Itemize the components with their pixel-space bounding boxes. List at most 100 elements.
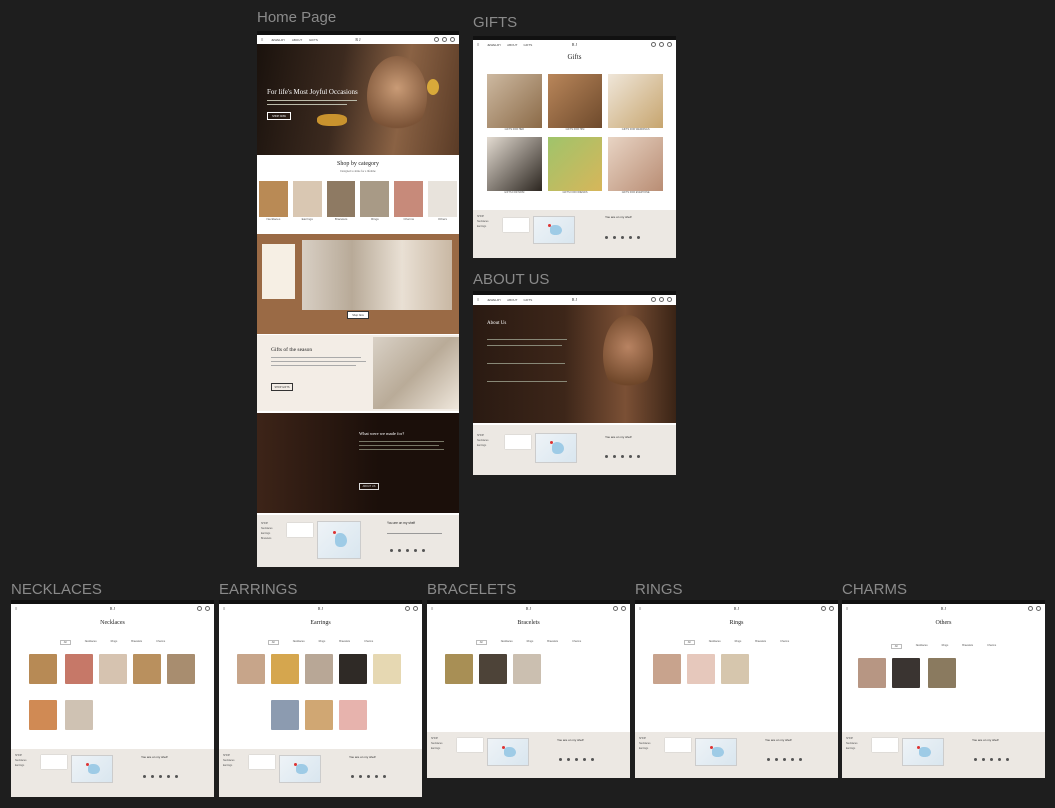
filter-tab[interactable]: Bracelets (962, 644, 973, 649)
twitter-icon[interactable] (613, 455, 616, 458)
nav-link[interactable]: JEWELRY (487, 298, 501, 302)
filter-tab[interactable]: All (890, 644, 902, 649)
youtube-icon[interactable] (375, 775, 378, 778)
logo[interactable]: R J (526, 606, 531, 611)
product-image[interactable] (445, 654, 473, 684)
pinterest-icon[interactable] (591, 758, 594, 761)
account-icon[interactable] (659, 297, 664, 302)
nav-link[interactable]: ABOUT (292, 38, 302, 42)
logo[interactable]: R J (572, 42, 577, 47)
facebook-icon[interactable] (367, 775, 370, 778)
twitter-icon[interactable] (567, 758, 570, 761)
pinterest-icon[interactable] (1006, 758, 1009, 761)
product-image[interactable] (653, 654, 681, 684)
search-icon[interactable] (651, 42, 656, 47)
filter-tab[interactable]: Charms (780, 640, 789, 645)
filter-tab[interactable]: Charms (987, 644, 996, 649)
footer-link[interactable]: Earrings (431, 746, 443, 751)
filter-tab[interactable]: Charms (364, 640, 373, 645)
gift-tile[interactable]: GIFTS FOR EVERYONE (608, 137, 663, 194)
youtube-icon[interactable] (629, 236, 632, 239)
menu-icon[interactable]: ≡ (639, 606, 643, 611)
gift-tile[interactable]: GIFTS FOR FRIENDS (547, 137, 603, 194)
filter-tab[interactable]: Charms (572, 640, 581, 645)
product-image[interactable] (892, 658, 920, 688)
filter-tab[interactable]: Bracelets (339, 640, 350, 645)
cart-icon[interactable] (450, 37, 455, 42)
twitter-icon[interactable] (151, 775, 154, 778)
search-icon[interactable] (434, 37, 439, 42)
menu-icon[interactable]: ≡ (15, 606, 19, 611)
store-map[interactable] (535, 433, 577, 463)
product-image[interactable] (479, 654, 507, 684)
nav-link[interactable]: JEWELRY (487, 43, 501, 47)
facebook-icon[interactable] (621, 236, 624, 239)
instagram-icon[interactable] (351, 775, 354, 778)
nav-link[interactable]: JEWELRY (271, 38, 285, 42)
instagram-icon[interactable] (143, 775, 146, 778)
instagram-icon[interactable] (605, 455, 608, 458)
instagram-icon[interactable] (767, 758, 770, 761)
category-tile[interactable]: Earrings (292, 181, 322, 227)
menu-icon[interactable]: ≡ (431, 606, 435, 611)
filter-tab[interactable]: All (59, 640, 71, 645)
filter-tab[interactable]: All (475, 640, 487, 645)
logo[interactable]: R J (941, 606, 946, 611)
product-image[interactable] (237, 654, 265, 684)
menu-icon[interactable]: ≡ (223, 606, 227, 611)
product-image[interactable] (65, 700, 93, 730)
account-icon[interactable] (442, 37, 447, 42)
facebook-icon[interactable] (621, 455, 624, 458)
menu-icon[interactable]: ≡ (846, 606, 850, 611)
pinterest-icon[interactable] (799, 758, 802, 761)
product-image[interactable] (339, 654, 367, 684)
twitter-icon[interactable] (613, 236, 616, 239)
story-cta[interactable]: ABOUT US (359, 483, 379, 490)
product-image[interactable] (271, 654, 299, 684)
nav-link[interactable]: GIFTS (523, 298, 532, 302)
instagram-icon[interactable] (605, 236, 608, 239)
facebook-icon[interactable] (159, 775, 162, 778)
category-tile[interactable]: Necklaces (259, 181, 288, 227)
product-image[interactable] (65, 654, 93, 684)
product-image[interactable] (305, 654, 333, 684)
youtube-icon[interactable] (998, 758, 1001, 761)
filter-tab[interactable]: Necklaces (916, 644, 928, 649)
store-map[interactable] (71, 755, 113, 783)
filter-tab[interactable]: Necklaces (709, 640, 721, 645)
filter-tab[interactable]: Bracelets (547, 640, 558, 645)
footer-link[interactable]: Earrings (477, 443, 489, 448)
product-image[interactable] (339, 700, 367, 730)
gifts-season-cta[interactable]: SHOP GIFTS (271, 383, 293, 391)
product-image[interactable] (858, 658, 886, 688)
filter-tab[interactable]: Necklaces (501, 640, 513, 645)
footer-link[interactable]: Earrings (846, 746, 858, 751)
filter-tab[interactable]: Charms (156, 640, 165, 645)
filter-tab[interactable]: Bracelets (131, 640, 142, 645)
hero-cta-button[interactable]: SHOP NOW (267, 112, 291, 120)
gift-tile[interactable]: GIFTS FOR HER (487, 74, 542, 131)
product-image[interactable] (721, 654, 749, 684)
filter-tab[interactable]: Rings (735, 640, 742, 645)
logo[interactable]: R J (110, 606, 115, 611)
search-icon[interactable] (405, 606, 410, 611)
twitter-icon[interactable] (398, 549, 401, 552)
footer-link[interactable]: Earrings (639, 746, 651, 751)
gift-tile[interactable]: GIFTS FOR HIM (547, 74, 603, 131)
cart-icon[interactable] (1036, 606, 1041, 611)
store-map[interactable] (533, 216, 575, 244)
logo[interactable]: R J (572, 297, 577, 302)
product-image[interactable] (271, 700, 299, 730)
pinterest-icon[interactable] (637, 236, 640, 239)
gift-tile[interactable]: GIFTS FOR MOM (487, 137, 542, 194)
category-tile[interactable]: Others (428, 181, 457, 227)
search-icon[interactable] (651, 297, 656, 302)
search-icon[interactable] (197, 606, 202, 611)
youtube-icon[interactable] (583, 758, 586, 761)
category-tile[interactable]: Rings (360, 181, 390, 227)
account-icon[interactable] (659, 42, 664, 47)
filter-tab[interactable]: Necklaces (85, 640, 97, 645)
product-image[interactable] (373, 654, 401, 684)
search-icon[interactable] (613, 606, 618, 611)
logo[interactable]: R J (355, 37, 360, 42)
